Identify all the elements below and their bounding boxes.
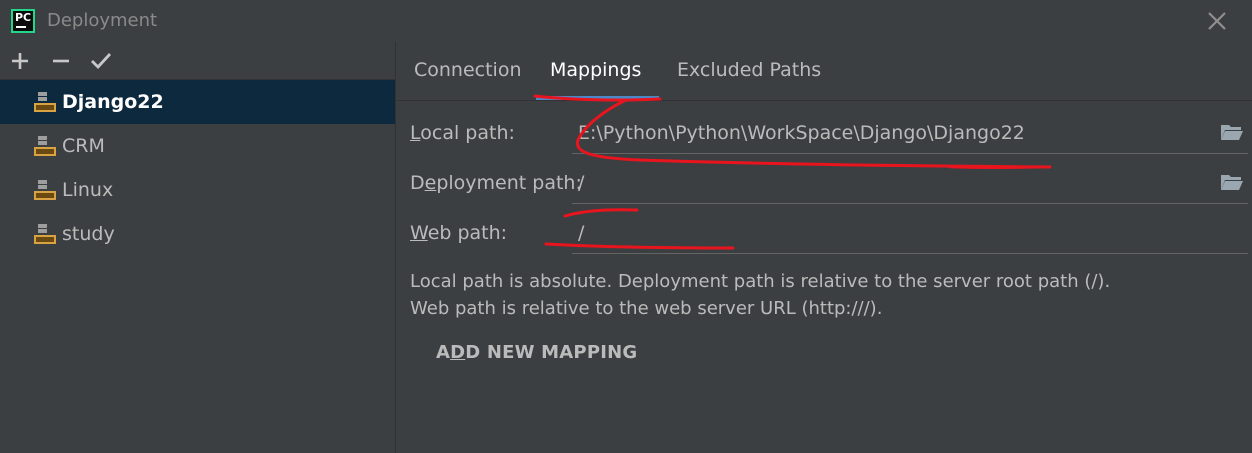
deployment-path-value: / [578, 172, 585, 194]
server-label: study [62, 223, 115, 245]
server-item-django22[interactable]: Django22 [0, 80, 395, 124]
close-icon[interactable] [1204, 8, 1230, 34]
sftp-server-icon [34, 92, 56, 112]
folder-open-icon[interactable] [1220, 122, 1244, 142]
tab-mappings[interactable]: Mappings [550, 59, 641, 81]
folder-open-icon[interactable] [1220, 172, 1244, 192]
local-path-field[interactable]: E:\Python\Python\WorkSpace\Django\Django… [572, 114, 1248, 154]
tab-connection[interactable]: Connection [414, 59, 522, 81]
add-new-mapping-link[interactable]: ADD NEW MAPPING [436, 342, 637, 363]
deployment-path-row: Deployment path: / [410, 164, 1248, 214]
server-item-linux[interactable]: Linux [0, 168, 395, 212]
server-label: Django22 [62, 91, 164, 113]
server-label: Linux [62, 179, 114, 201]
web-path-value: / [578, 222, 585, 244]
tab-bar: Connection Mappings Excluded Paths [397, 42, 1252, 101]
hint-line-2: Web path is relative to the web server U… [410, 298, 883, 319]
pycharm-logo-icon: PC [11, 9, 35, 33]
sftp-server-icon [34, 180, 56, 200]
deployment-dialog: PC Deployment Django22 CRM Linux study C… [0, 0, 1252, 453]
plus-icon[interactable] [8, 49, 32, 73]
server-label: CRM [62, 135, 105, 157]
web-path-label: Web path: [410, 222, 508, 244]
web-path-field[interactable]: / [572, 214, 1248, 254]
sftp-server-icon [34, 224, 56, 244]
window-title: Deployment [47, 10, 158, 31]
server-item-study[interactable]: study [0, 212, 395, 256]
mapping-panel: Connection Mappings Excluded Paths Local… [397, 42, 1252, 453]
sftp-server-icon [34, 136, 56, 156]
hint-line-1: Local path is absolute. Deployment path … [410, 271, 1111, 292]
local-path-label: Local path: [410, 122, 515, 144]
local-path-row: Local path: E:\Python\Python\WorkSpace\D… [410, 114, 1248, 164]
server-list-panel: Django22 CRM Linux study [0, 42, 396, 453]
server-toolbar [0, 42, 395, 80]
minus-icon[interactable] [49, 49, 73, 73]
local-path-value: E:\Python\Python\WorkSpace\Django\Django… [578, 122, 1025, 144]
active-tab-indicator [536, 96, 659, 100]
checkmark-icon[interactable] [89, 49, 113, 73]
server-item-crm[interactable]: CRM [0, 124, 395, 168]
web-path-row: Web path: / [410, 214, 1248, 264]
deployment-path-label: Deployment path: [410, 172, 582, 194]
tab-excluded-paths[interactable]: Excluded Paths [677, 59, 821, 81]
mapping-hint: Local path is absolute. Deployment path … [410, 268, 1110, 322]
server-list: Django22 CRM Linux study [0, 80, 395, 256]
deployment-path-field[interactable]: / [572, 164, 1248, 204]
title-bar: PC Deployment [0, 0, 1252, 42]
